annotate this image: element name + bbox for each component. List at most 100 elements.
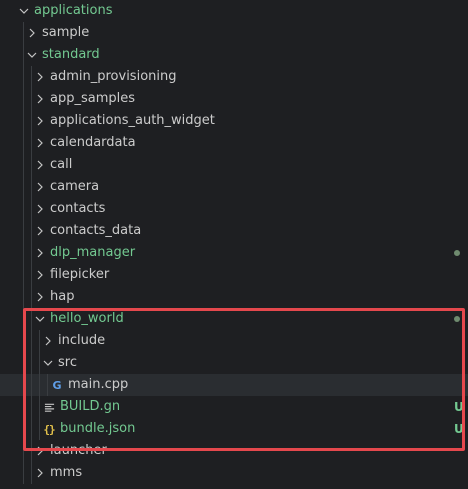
indent-guide [31, 418, 32, 440]
json-glyph: {} [43, 422, 55, 436]
chevron-right-icon[interactable] [34, 93, 46, 105]
indent-guide [23, 22, 24, 44]
indent-guide [23, 286, 24, 308]
cpp-glyph: G [52, 378, 62, 392]
folder-contacts[interactable]: contacts [0, 198, 468, 220]
indent-guide [39, 418, 40, 440]
chevron-right-icon[interactable] [34, 291, 46, 303]
indent-guide [39, 352, 40, 374]
chevron-down-icon[interactable] [34, 313, 46, 325]
file-explorer-tree: applications sample standard admin_provisio… [0, 0, 468, 489]
indent-guide [23, 176, 24, 198]
tree-item-label: mms [50, 465, 83, 480]
indent-guide [31, 220, 32, 242]
indent-guide [23, 440, 24, 462]
chevron-down-icon[interactable] [42, 357, 54, 369]
indent-guide [23, 264, 24, 286]
folder-app-samples[interactable]: app_samples [0, 88, 468, 110]
indent-guide [23, 396, 24, 418]
indent-guide [39, 330, 40, 352]
folder-sample[interactable]: sample [0, 22, 468, 44]
indent-guide [23, 110, 24, 132]
chevron-right-icon[interactable] [34, 247, 46, 259]
tree-item-label: include [58, 333, 106, 348]
indent-guide [31, 198, 32, 220]
file-build-gn[interactable]: BUILD.gn U [0, 396, 468, 418]
folder-contacts-data[interactable]: contacts_data [0, 220, 468, 242]
tree-item-label: calendardata [50, 135, 136, 150]
chevron-right-icon[interactable] [26, 27, 38, 39]
tree-item-label: src [58, 355, 77, 370]
tree-item-label: hap [50, 289, 75, 304]
chevron-right-icon[interactable] [34, 71, 46, 83]
indent-guide [23, 374, 24, 396]
cpp-file-icon: G [50, 378, 64, 392]
folder-src[interactable]: src [0, 352, 468, 374]
folder-hap[interactable]: hap [0, 286, 468, 308]
chevron-right-icon[interactable] [42, 335, 54, 347]
folder-filepicker[interactable]: filepicker [0, 264, 468, 286]
indent-guide [31, 110, 32, 132]
indent-guide [31, 462, 32, 484]
folder-admin-provisioning[interactable]: admin_provisioning [0, 66, 468, 88]
tree-item-label: applications_auth_widget [50, 113, 215, 128]
indent-guide [31, 66, 32, 88]
tree-item-label: launcher [50, 443, 107, 458]
chevron-right-icon[interactable] [34, 159, 46, 171]
tree-item-label: contacts [50, 201, 106, 216]
tree-item-label: call [50, 157, 73, 172]
indent-guide [31, 264, 32, 286]
tree-item-label: contacts_data [50, 223, 142, 238]
folder-include[interactable]: include [0, 330, 468, 352]
indent-guide [23, 44, 24, 66]
indent-guide [23, 352, 24, 374]
chevron-right-icon[interactable] [34, 203, 46, 215]
indent-guide [31, 352, 32, 374]
chevron-right-icon[interactable] [34, 269, 46, 281]
chevron-right-icon[interactable] [34, 467, 46, 479]
indent-guide [23, 88, 24, 110]
folder-applications[interactable]: applications [0, 0, 468, 22]
folder-calendardata[interactable]: calendardata [0, 132, 468, 154]
git-modified-dot-icon [454, 316, 460, 322]
indent-guide [39, 374, 40, 396]
tree-item-label: dlp_manager [50, 245, 136, 260]
chevron-right-icon[interactable] [34, 181, 46, 193]
tree-item-label: hello_world [50, 311, 124, 326]
folder-launcher[interactable]: launcher [0, 440, 468, 462]
tree-item-label: sample [42, 25, 90, 40]
file-main-cpp[interactable]: Gmain.cpp [0, 374, 468, 396]
chevron-down-icon[interactable] [26, 49, 38, 61]
indent-guide [31, 242, 32, 264]
folder-camera[interactable]: camera [0, 176, 468, 198]
indent-guide [31, 88, 32, 110]
indent-guide [23, 462, 24, 484]
indent-guide [31, 132, 32, 154]
chevron-right-icon[interactable] [34, 445, 46, 457]
indent-guide [23, 198, 24, 220]
chevron-down-icon[interactable] [18, 5, 30, 17]
json-file-icon: {} [42, 422, 56, 436]
indent-guide [23, 66, 24, 88]
indent-guide [31, 330, 32, 352]
indent-guide [31, 396, 32, 418]
git-status-badge: U [454, 400, 464, 414]
tree-item-label: BUILD.gn [60, 399, 121, 414]
folder-hello-world[interactable]: hello_world [0, 308, 468, 330]
folder-call[interactable]: call [0, 154, 468, 176]
chevron-right-icon[interactable] [34, 115, 46, 127]
folder-mms[interactable]: mms [0, 462, 468, 484]
tree-item-label: filepicker [50, 267, 110, 282]
folder-dlp-manager[interactable]: dlp_manager [0, 242, 468, 264]
tree-item-label: applications [34, 3, 113, 18]
folder-standard[interactable]: standard [0, 44, 468, 66]
indent-guide [31, 308, 32, 330]
file-bundle-json[interactable]: {} bundle.json U [0, 418, 468, 440]
tree-item-label: main.cpp [68, 377, 129, 392]
indent-guide [31, 440, 32, 462]
chevron-right-icon[interactable] [34, 137, 46, 149]
indent-guide [23, 154, 24, 176]
folder-applications-auth-widget[interactable]: applications_auth_widget [0, 110, 468, 132]
tree-item-label: camera [50, 179, 100, 194]
chevron-right-icon[interactable] [34, 225, 46, 237]
